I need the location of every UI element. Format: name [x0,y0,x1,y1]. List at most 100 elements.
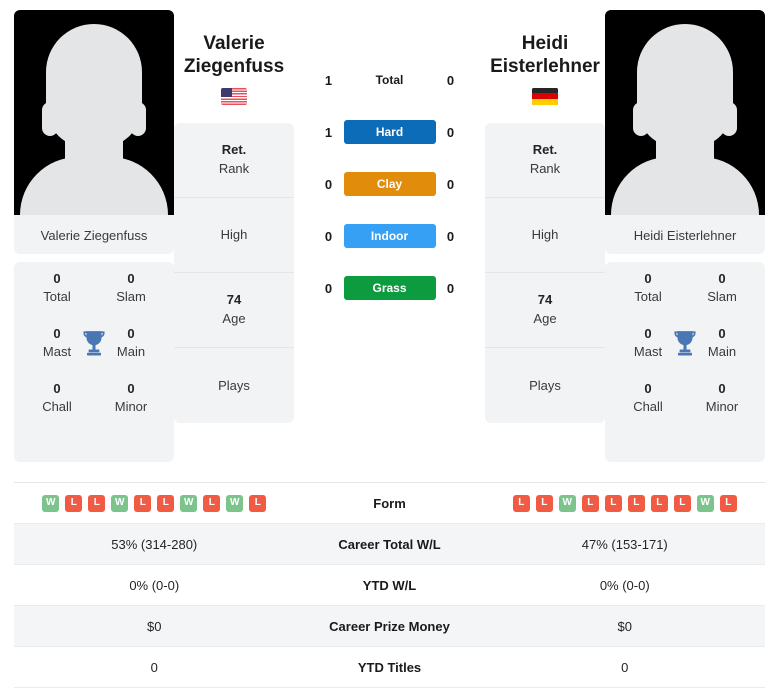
left-player-column: Valerie Ziegenfuss 0 Total 0 Slam 0 Mast [14,10,174,462]
avatar-ear-left-shape [42,102,58,136]
right-title-slam-value: 0 [718,271,726,286]
left-info-rank-label: Rank [218,160,250,176]
right-title-total-value: 0 [644,271,652,286]
left-title-chall-label: Chall [42,398,72,414]
left-player-avatar [14,10,174,215]
us-flag-icon [221,87,247,105]
right-titles-grid: 0 Total 0 Slam 0 Mast 0 Main 0 Chall 0 M… [611,270,759,415]
left-title-total-label: Total [43,288,71,304]
right-form-badge-loss[interactable]: L [512,494,530,512]
left-form-badge-loss[interactable]: L [203,494,221,512]
left-form-badge-loss[interactable]: L [157,494,175,512]
right-form-badge-loss[interactable]: L [627,494,645,512]
left-player-last-name: Ziegenfuss [183,55,285,77]
right-ytd-wl: 0% (0-0) [599,577,650,593]
h2h-hard-left-value: 1 [324,124,333,140]
left-info-plays-label: Plays [218,377,250,393]
left-player-titles-card: 0 Total 0 Slam 0 Mast 0 Main 0 Chall 0 M… [14,262,174,462]
table-row-ytd-titles: 0 YTD Titles 0 [14,647,765,688]
row-label-career-prize-money: Career Prize Money [329,618,450,634]
right-title-slam-label: Slam [707,288,737,304]
right-career-total-wl: 47% (153-171) [581,536,668,552]
row-label-ytd-titles: YTD Titles [357,659,422,675]
h2h-indoor-right-value: 0 [446,228,455,244]
left-form-badges: WLLWLLWLWL [42,494,267,512]
right-player-avatar [605,10,765,215]
right-form-badges: LLWLLLLLWL [512,494,737,512]
head-to-head-panel: 1 Total 0 1 Hard 0 0 Clay 0 0 Indoor 0 0 [294,10,485,300]
left-form-badge-loss[interactable]: L [88,494,106,512]
right-player-photo-caption: Heidi Eisterlehner [633,228,737,243]
h2h-row-hard: 1 Hard 0 [310,120,470,144]
left-title-minor-value: 0 [127,381,135,397]
h2h-row-indoor: 0 Indoor 0 [310,224,470,248]
avatar-ear-right-shape [721,102,737,136]
left-form-badge-win[interactable]: W [180,494,198,512]
player-comparison-page: Valerie Ziegenfuss 0 Total 0 Slam 0 Mast [0,0,779,699]
flag-band-gold [532,98,558,105]
left-player-first-name: Valerie [203,33,265,54]
right-ytd-titles: 0 [621,659,629,675]
right-form-badge-loss[interactable]: L [581,494,599,512]
right-info-rank-label: Rank [529,160,561,176]
right-form-badge-loss[interactable]: L [604,494,622,512]
left-career-total-wl: 53% (314-280) [111,536,198,552]
left-form-badge-win[interactable]: W [226,494,244,512]
left-form-badge-win[interactable]: W [42,494,60,512]
left-title-total: 0 Total [20,270,94,305]
h2h-hard-label[interactable]: Hard [343,120,436,144]
left-player-name: Valerie Ziegenfuss [184,10,284,79]
right-player-photo-card[interactable]: Heidi Eisterlehner [605,10,765,254]
avatar-ear-left-shape [633,102,649,136]
right-info-age-label: Age [533,310,557,326]
right-form-cell: LLWLLLLLWL [485,494,766,512]
right-player-first-name: Heidi [521,33,569,54]
h2h-total-left-value: 1 [324,72,333,88]
table-row-ytd-wl: 0% (0-0) YTD W/L 0% (0-0) [14,565,765,606]
table-row-form: WLLWLLWLWL Form LLWLLLLLWL [14,483,765,524]
h2h-indoor-label[interactable]: Indoor [343,224,436,248]
right-title-chall-value: 0 [644,381,652,397]
left-player-photo-caption: Valerie Ziegenfuss [40,228,148,243]
left-ytd-wl: 0% (0-0) [129,577,180,593]
right-info-plays: Plays [485,348,605,423]
left-title-minor: 0 Minor [94,380,168,415]
row-label-form: Form [373,495,406,511]
h2h-clay-label[interactable]: Clay [343,172,436,196]
left-title-total-value: 0 [53,271,61,286]
h2h-indoor-left-value: 0 [324,228,333,244]
left-info-rank: Ret. Rank [174,123,294,198]
left-info-high-label: High [220,227,248,242]
left-player-info-column: Valerie Ziegenfuss Ret. Rank High 74 Age [174,10,294,423]
right-title-chall-label: Chall [633,398,663,414]
right-title-minor: 0 Minor [685,380,759,415]
right-form-badge-loss[interactable]: L [719,494,737,512]
right-form-badge-loss[interactable]: L [535,494,553,512]
left-info-rank-value: Ret. [221,142,247,158]
trophy-icon [81,329,107,357]
right-title-total: 0 Total [611,270,685,305]
left-form-badge-loss[interactable]: L [134,494,152,512]
left-form-badge-loss[interactable]: L [65,494,83,512]
right-form-badge-win[interactable]: W [696,494,714,512]
h2h-grass-label[interactable]: Grass [343,276,436,300]
trophy-icon [672,329,698,357]
right-info-plays-label: Plays [529,377,561,393]
right-career-prize-money: $0 [617,618,632,634]
left-player-photo-card[interactable]: Valerie Ziegenfuss [14,10,174,254]
left-player-info-card: Ret. Rank High 74 Age Plays [174,122,294,423]
right-title-slam: 0 Slam [685,270,759,305]
right-form-badge-win[interactable]: W [558,494,576,512]
h2h-clay-left-value: 0 [324,176,333,192]
right-form-badge-loss[interactable]: L [650,494,668,512]
de-flag-icon [532,87,558,105]
left-form-badge-loss[interactable]: L [249,494,267,512]
left-form-badge-win[interactable]: W [111,494,129,512]
h2h-total-right-value: 0 [446,72,455,88]
h2h-grass-right-value: 0 [446,280,455,296]
left-form-cell: WLLWLLWLWL [14,494,295,512]
right-info-age: 74 Age [485,273,605,348]
left-info-age-value: 74 [226,292,242,308]
left-title-chall-value: 0 [53,381,61,397]
right-form-badge-loss[interactable]: L [673,494,691,512]
